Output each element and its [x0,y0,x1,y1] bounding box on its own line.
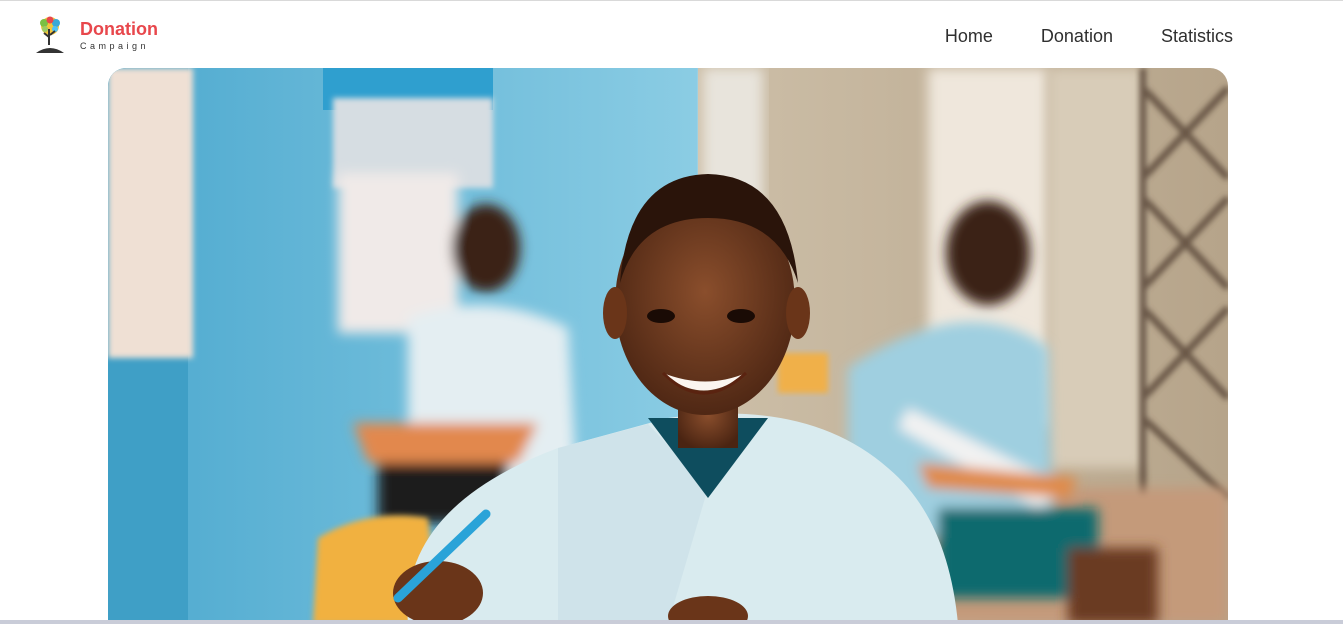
navbar: Donation Campaign Home Donation Statisti… [0,1,1343,68]
nav-home-link[interactable]: Home [945,26,993,47]
brand-text: Donation Campaign [80,19,158,51]
bottom-scroll-strip [0,620,1343,624]
main-nav: Home Donation Statistics [945,26,1233,47]
tree-icon [36,16,64,53]
brand-tagline: Campaign [80,41,150,51]
brand-logo[interactable]: Donation Campaign [33,15,158,55]
nav-donation-link[interactable]: Donation [1041,26,1113,47]
hero-banner-image [108,68,1228,624]
brand-name: Donation [80,19,158,39]
hero-photo [108,68,1228,624]
nav-statistics-link[interactable]: Statistics [1161,26,1233,47]
